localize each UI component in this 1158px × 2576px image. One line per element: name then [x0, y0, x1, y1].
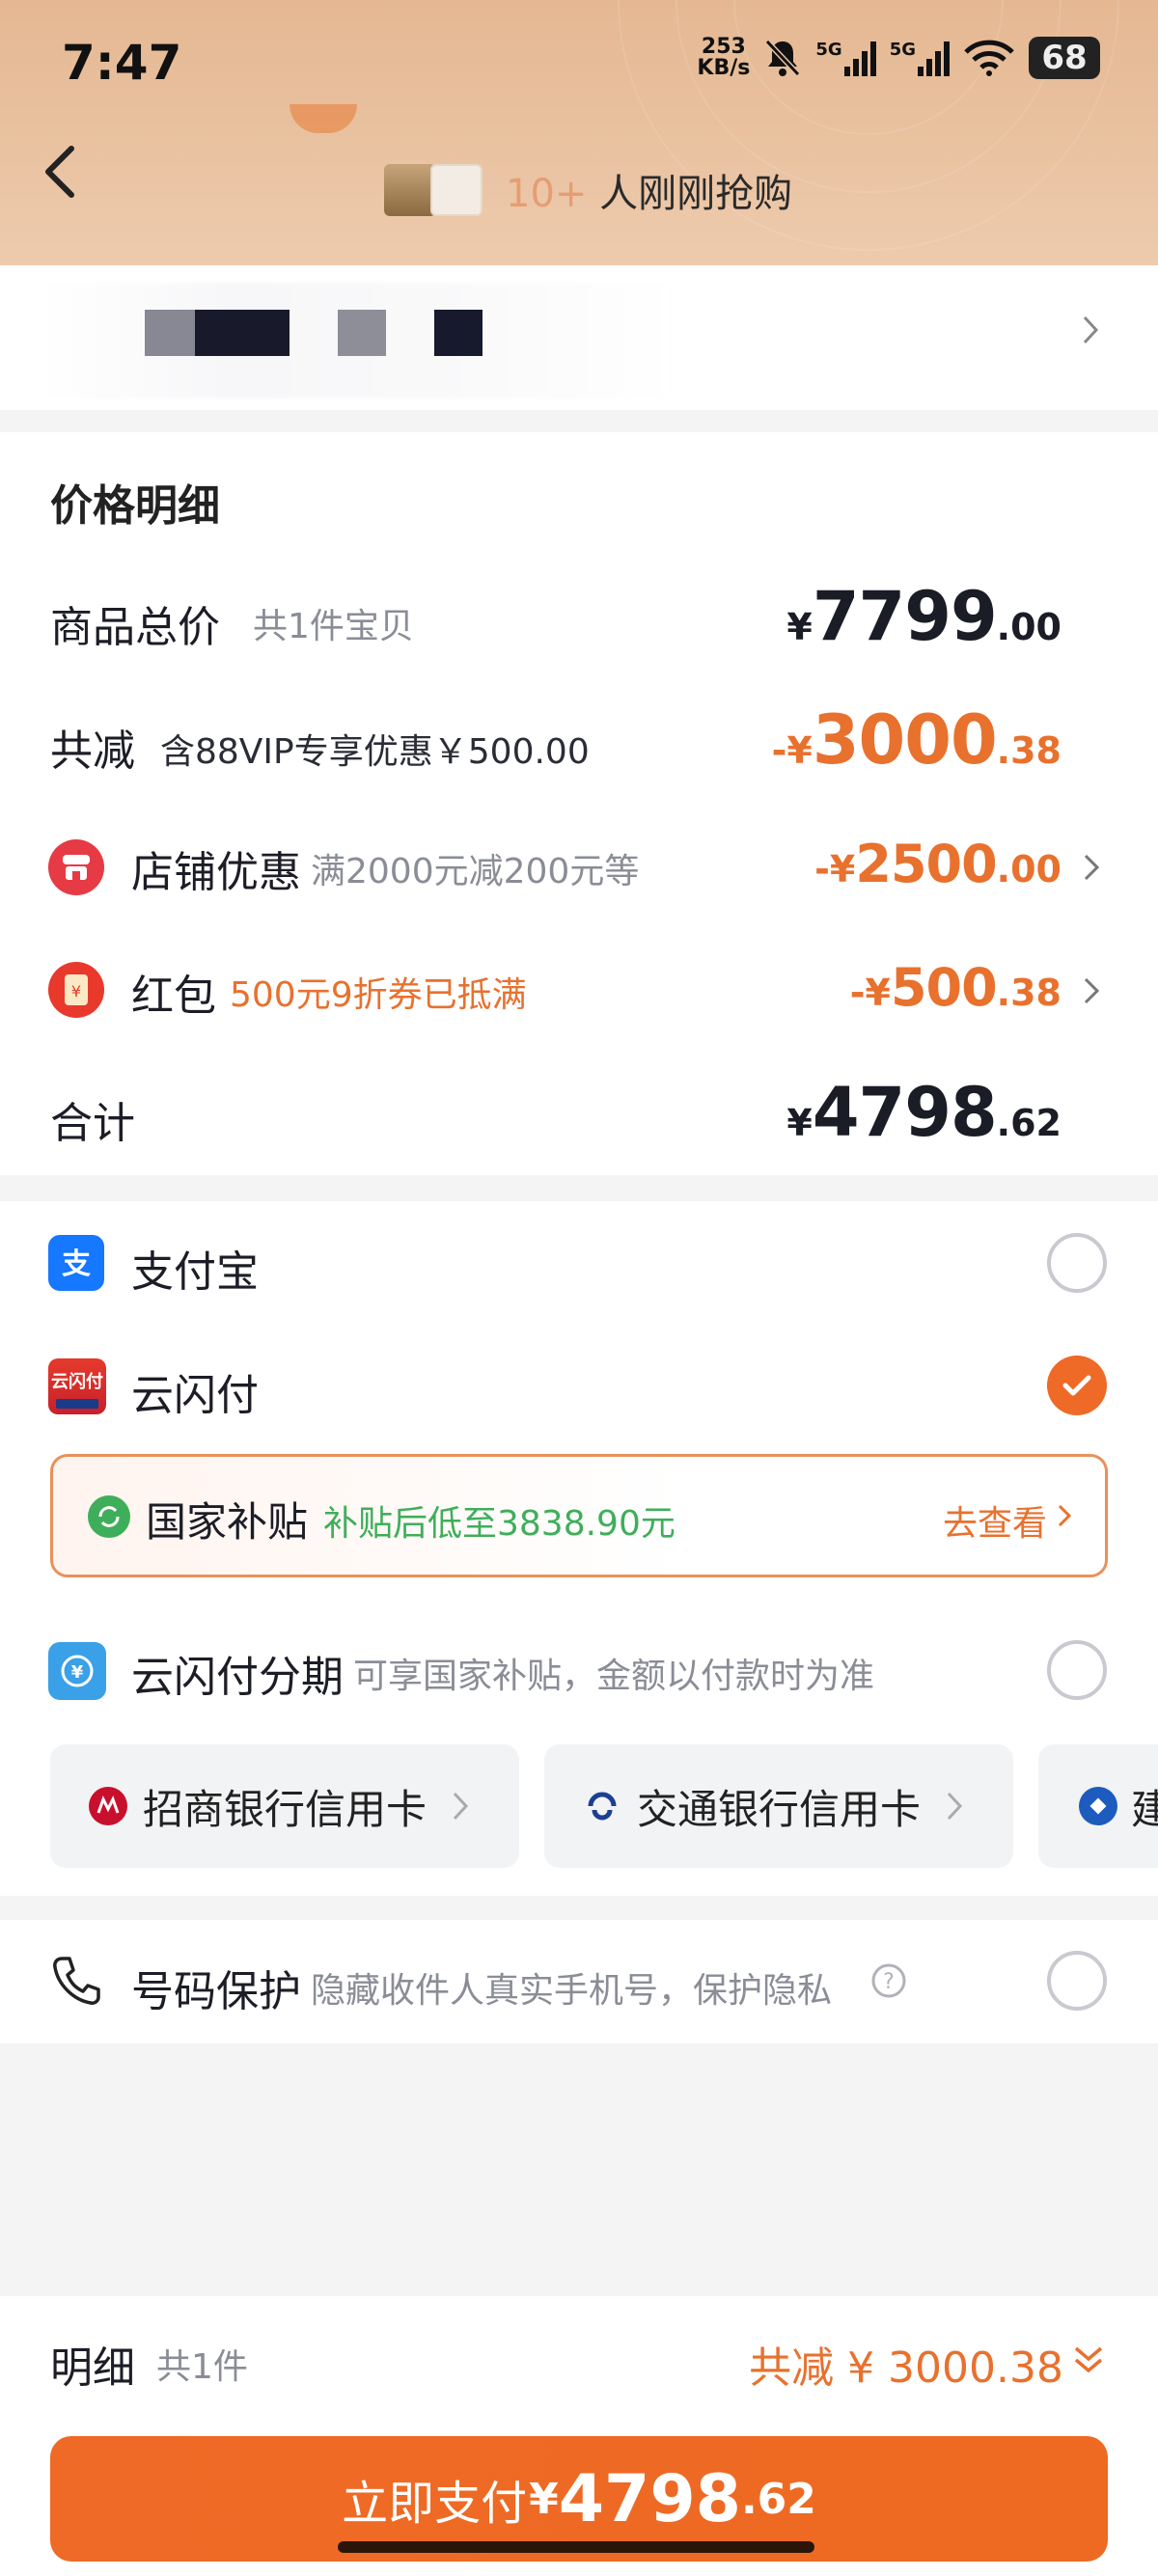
redaction-block [145, 310, 195, 356]
address-row[interactable] [0, 265, 1158, 410]
red-packet-sub: 500元9折券已抵满 [230, 975, 527, 1015]
reduce-summary[interactable]: 共减 ¥ 3000.38 [749, 2333, 1063, 2395]
svg-text:?: ? [883, 1970, 895, 1994]
recent-buyers: 10+ 人刚刚抢购 [384, 162, 792, 218]
redaction-block [434, 310, 482, 356]
shop-icon [48, 839, 104, 895]
chevron-right-icon [947, 1792, 963, 1821]
status-time: 7:47 [62, 35, 182, 91]
shop-discount-sub: 满2000元减200元等 [311, 852, 640, 891]
phone-icon [53, 1957, 100, 2005]
detail-label[interactable]: 明细 [50, 2333, 135, 2395]
price-detail-title: 价格明细 [50, 481, 220, 531]
shop-logo-fragment [290, 104, 357, 133]
back-icon[interactable] [41, 143, 79, 201]
red-packet-label[interactable]: 红包 [131, 961, 216, 1023]
installment-radio[interactable] [1047, 1640, 1107, 1700]
home-indicator[interactable] [338, 2541, 814, 2553]
net-speed: 253 KB/s [697, 35, 751, 80]
detail-count: 共1件 [156, 2347, 248, 2387]
redaction-block [338, 310, 386, 356]
red-packet-price[interactable]: -¥500.38 [850, 957, 1062, 1018]
bank-option-bocom[interactable]: 交通银行信用卡 [544, 1744, 1013, 1868]
wifi-icon [964, 40, 1014, 76]
reduce-label: 共减 [50, 726, 135, 776]
pay-label: 立即支付 [342, 2477, 528, 2531]
price-detail-card [0, 432, 1158, 1175]
chevron-right-icon[interactable] [1083, 853, 1100, 882]
installment-label[interactable]: 云闪付分期 [131, 1642, 344, 1704]
installment-desc: 可享国家补贴，金额以付款时为准 [353, 1657, 875, 1696]
reduce-price: -¥3000.38 [771, 700, 1062, 780]
sum-price: ¥4798.62 [786, 1073, 1062, 1152]
chevron-right-icon [1083, 315, 1099, 344]
reduce-sub: 含88VIP专享优惠￥500.00 [160, 732, 590, 772]
subsidy-link[interactable]: 去查看 [943, 1495, 1047, 1546]
shop-discount-label[interactable]: 店铺优惠 [131, 837, 301, 899]
subsidy-label: 国家补贴 [146, 1498, 309, 1546]
buyer-avatar [430, 164, 482, 216]
bocom-logo-icon [583, 1787, 621, 1825]
total-sub: 共1件宝贝 [253, 607, 414, 646]
check-icon [1062, 1375, 1091, 1396]
shop-discount-price[interactable]: -¥2500.00 [814, 834, 1062, 894]
alipay-label[interactable]: 支付宝 [131, 1237, 259, 1299]
pay-amount: 4798 [558, 2460, 741, 2537]
bank-option-cmb[interactable]: 招商银行信用卡 [50, 1744, 519, 1868]
cmb-logo-icon [89, 1787, 127, 1825]
sum-label: 合计 [50, 1099, 135, 1148]
signal-icon [918, 40, 950, 76]
status-icons: 253 KB/s 5G 5G 68 [697, 37, 1100, 79]
chevron-right-icon[interactable] [1057, 1503, 1072, 1528]
national-subsidy-banner[interactable]: 国家补贴 补贴后低至3838.90元 去查看 [50, 1454, 1108, 1577]
total-price: ¥7799.00 [786, 577, 1062, 656]
unionpay-icon: 云闪付 [48, 1358, 106, 1414]
redaction-block [195, 310, 290, 356]
privacy-label[interactable]: 号码保护 [131, 1957, 301, 2018]
svg-text:支: 支 [62, 1247, 91, 1281]
privacy-radio[interactable] [1047, 1951, 1107, 2011]
double-chevron-down-icon[interactable] [1071, 2343, 1106, 2377]
chevron-right-icon[interactable] [1083, 976, 1100, 1005]
buyers-text: 人刚刚抢购 [599, 172, 793, 216]
battery-icon: 68 [1029, 37, 1100, 79]
bank-option-ccb[interactable]: 建 [1038, 1744, 1158, 1868]
buyer-avatar [384, 164, 436, 216]
unionpay-label[interactable]: 云闪付 [131, 1360, 259, 1422]
ccb-logo-icon [1079, 1787, 1117, 1825]
installment-icon: ¥ [48, 1642, 106, 1700]
signal-icon [843, 40, 876, 76]
subsidy-desc: 补贴后低至3838.90元 [323, 1504, 676, 1544]
red-packet-icon: ¥ [48, 962, 104, 1018]
unionpay-radio-checked[interactable] [1047, 1356, 1107, 1415]
svg-text:¥: ¥ [71, 982, 81, 1000]
privacy-desc: 隐藏收件人真实手机号，保护隐私 [311, 1971, 833, 2011]
alipay-icon: 支 [48, 1235, 104, 1291]
mute-bell-icon [765, 39, 801, 77]
help-icon[interactable]: ? [870, 1962, 907, 1999]
subsidy-icon [88, 1495, 130, 1538]
chevron-right-icon [453, 1792, 469, 1821]
buyers-count: 10+ [506, 172, 588, 216]
svg-text:¥: ¥ [71, 1662, 84, 1683]
total-label: 商品总价 [50, 603, 220, 652]
alipay-radio[interactable] [1047, 1233, 1107, 1293]
